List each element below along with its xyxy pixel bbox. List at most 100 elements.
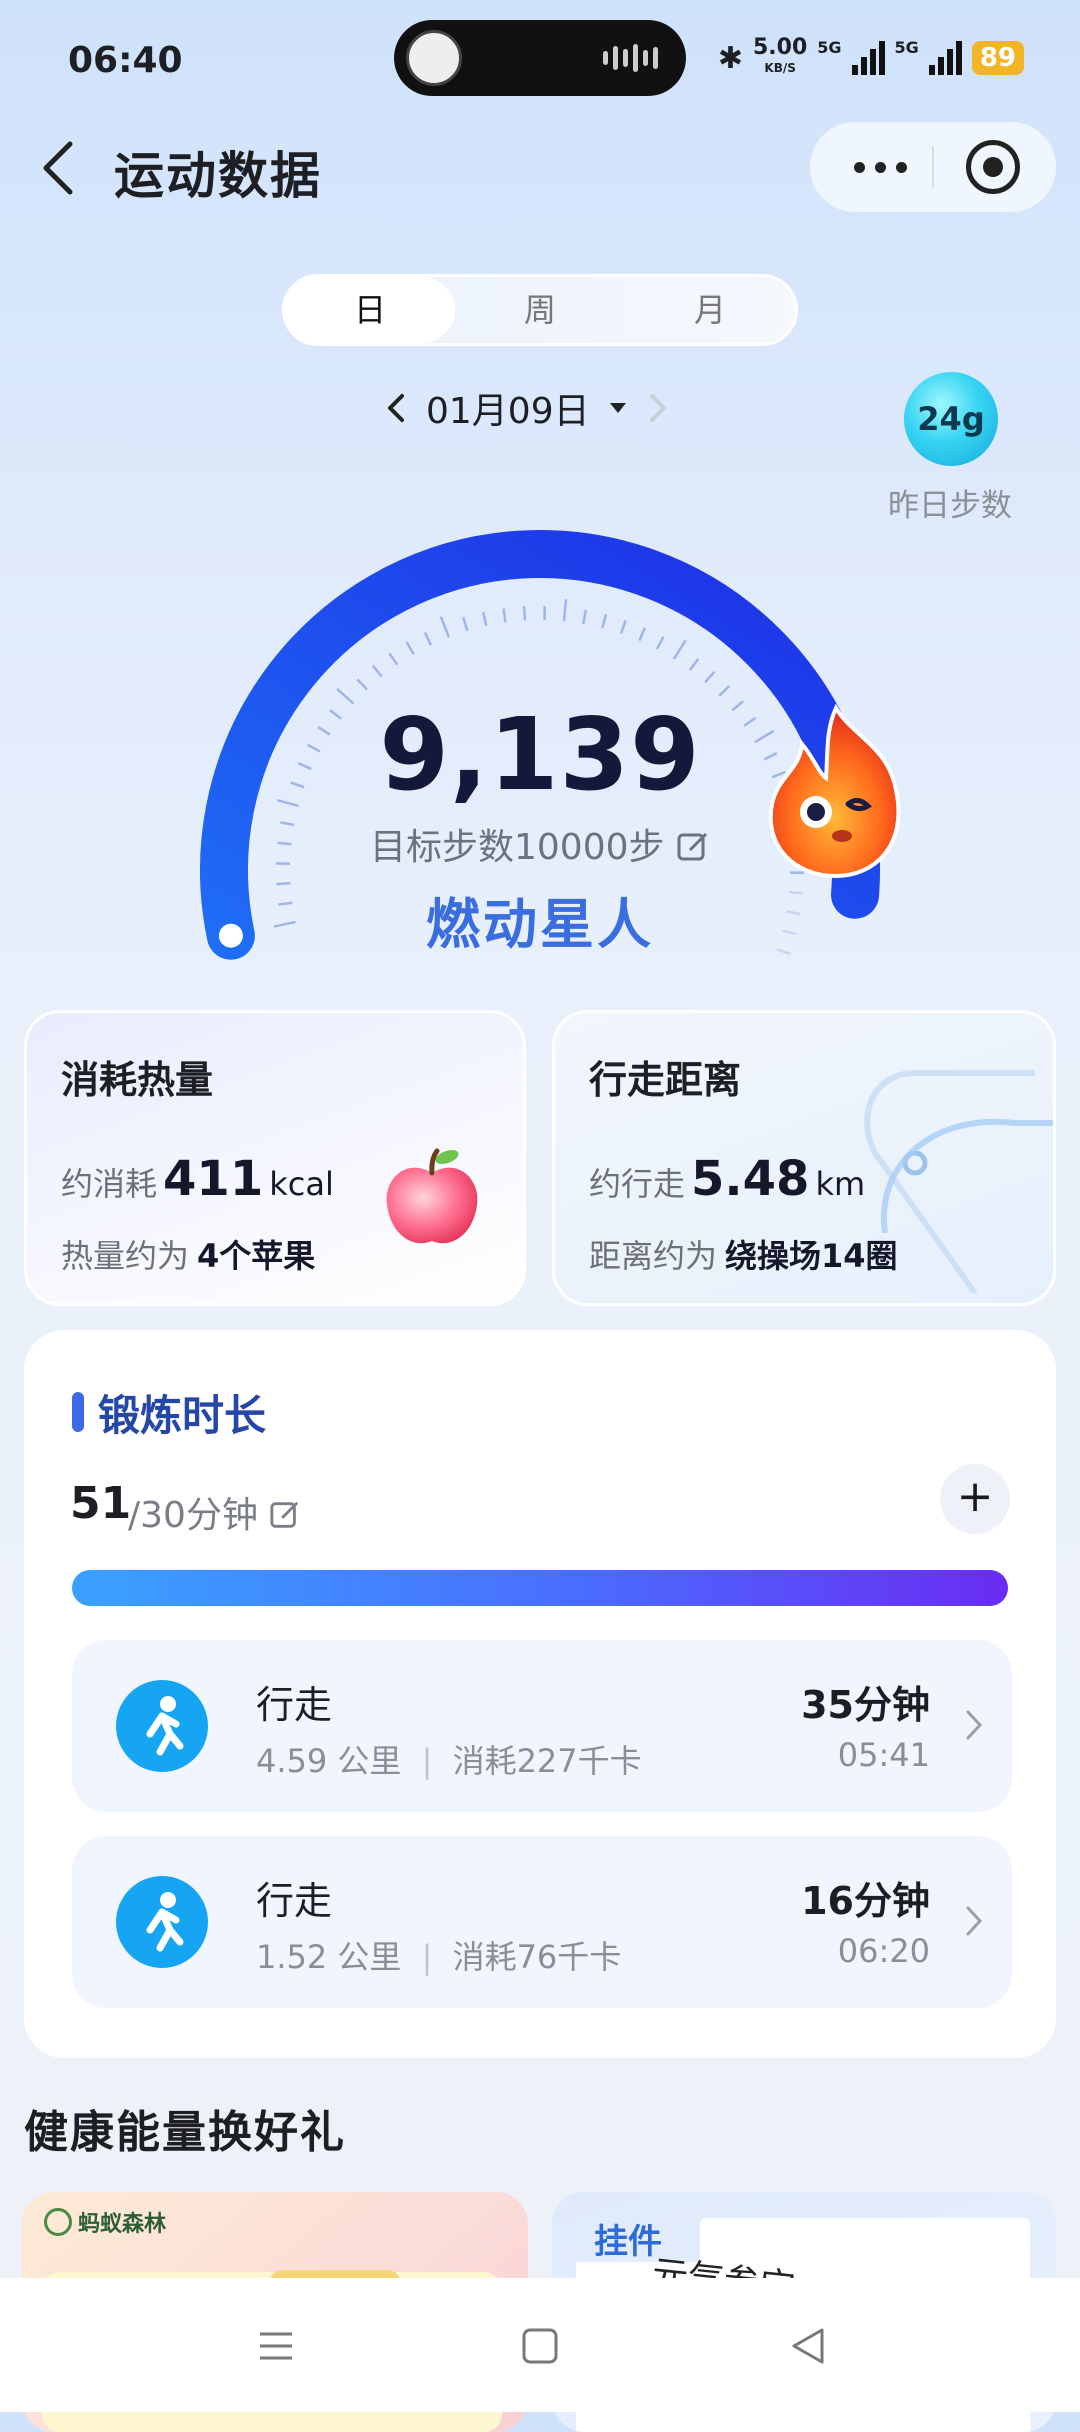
tab-day[interactable]: 日: [285, 277, 455, 343]
page-title: 运动数据: [114, 136, 322, 208]
gauge-tick: [278, 903, 292, 905]
tab-month[interactable]: 月: [625, 277, 795, 343]
gauge-tick: [441, 617, 449, 637]
exercise-card: 锻炼时长 51 /30分钟 + 行走 4.59 公里 | 消耗227千卡 35分…: [24, 1330, 1056, 2058]
gauge-tick: [407, 642, 414, 654]
gauge-tick: [583, 610, 585, 624]
bluetooth-icon: ✱: [718, 41, 743, 76]
rewards-title: 健康能量换好礼: [24, 2096, 346, 2160]
calories-value: 411: [163, 1151, 263, 1207]
activity-item[interactable]: 行走 4.59 公里 | 消耗227千卡 35分钟 05:41: [72, 1640, 1012, 1812]
calories-compare-value: 4个苹果: [197, 1237, 315, 1275]
activity-name: 行走: [256, 1870, 332, 1925]
gauge-tick: [504, 609, 506, 623]
gauge-tick: [783, 931, 797, 934]
home-icon[interactable]: [518, 2324, 562, 2368]
system-nav-bar: [0, 2278, 1080, 2412]
ant-forest-tag: 蚂蚁森林: [44, 2206, 166, 2238]
gauge-tick: [639, 628, 645, 641]
activity-duration: 16分钟: [801, 1870, 930, 1925]
exercise-progress-bar: [72, 1570, 1008, 1606]
gauge-tick: [524, 606, 525, 620]
net-speed: 5.00 KB/S: [753, 38, 807, 78]
exercise-title: 锻炼时长: [98, 1382, 266, 1443]
walking-icon: [116, 1876, 208, 1968]
edit-icon[interactable]: [269, 1499, 301, 1531]
next-date-icon[interactable]: [646, 390, 670, 426]
calories-card[interactable]: 消耗热量 约消耗411kcal 热量约为4个苹果: [24, 1010, 526, 1306]
close-target-icon[interactable]: [966, 140, 1020, 194]
distance-card[interactable]: 行走距离 约行走5.48km 距离约为绕操场14圈: [552, 1010, 1056, 1306]
capsule-divider: [932, 146, 934, 188]
calories-title: 消耗热量: [61, 1049, 213, 1104]
gauge-tick: [777, 949, 790, 953]
exercise-minutes: 51: [70, 1478, 131, 1529]
add-exercise-button[interactable]: +: [940, 1464, 1010, 1534]
back-nav-icon[interactable]: [786, 2324, 830, 2368]
gauge-tick: [657, 637, 664, 649]
calories-unit: kcal: [269, 1165, 334, 1203]
chevron-right-icon: [964, 1904, 984, 1938]
walking-icon: [116, 1680, 208, 1772]
distance-title: 行走距离: [589, 1049, 741, 1104]
gauge-tick: [621, 620, 626, 633]
title-accent-bar: [72, 1392, 84, 1432]
distance-value: 5.48: [691, 1151, 809, 1207]
activity-duration: 35分钟: [801, 1674, 930, 1729]
edit-icon[interactable]: [676, 830, 710, 864]
gauge-tick: [389, 653, 397, 664]
apple-icon: [377, 1143, 487, 1253]
distance-compare-value: 绕操场14圈: [725, 1237, 898, 1275]
chevron-right-icon: [964, 1708, 984, 1742]
signal-icon-2: [929, 41, 962, 75]
dynamic-island[interactable]: [394, 20, 686, 96]
gauge-tick: [463, 617, 467, 630]
steps-goal-text: 目标步数10000步: [370, 827, 665, 868]
distance-unit: km: [815, 1165, 865, 1203]
gauge-tick: [318, 727, 330, 735]
distance-value-row: 约行走5.48km: [589, 1151, 865, 1207]
gauge-tick: [373, 666, 382, 677]
gauge-tick: [705, 672, 714, 683]
gauge-tick: [299, 763, 312, 769]
gauge-tick: [277, 843, 291, 844]
charm-label: 挂件: [594, 2214, 662, 2263]
gauge-tick: [787, 912, 801, 914]
yesterday-steps-badge[interactable]: 24g: [904, 372, 998, 466]
distance-compare-row: 距离约为绕操场14圈: [589, 1231, 898, 1277]
flame-mascot-icon: [756, 700, 916, 880]
yesterday-steps-label[interactable]: 昨日步数: [888, 480, 1012, 525]
status-bar: 06:40 ✱ 5.00 KB/S 5G 5G 89: [0, 0, 1080, 120]
back-button[interactable]: [30, 132, 90, 204]
date-label[interactable]: 01月09日: [426, 382, 590, 434]
signal-icon: [852, 41, 885, 75]
battery-indicator: 89: [972, 41, 1024, 75]
gauge-tick: [357, 679, 367, 689]
chevron-left-icon: [30, 132, 90, 204]
status-time: 06:40: [68, 40, 183, 81]
gauge-tick: [674, 640, 686, 659]
sim1-label: 5G: [817, 38, 841, 57]
date-selector: 01月09日: [384, 380, 704, 436]
more-button[interactable]: [854, 162, 907, 173]
activity-name: 行走: [256, 1674, 332, 1729]
steps-goal[interactable]: 目标步数10000步: [340, 818, 740, 870]
caret-down-icon[interactable]: [608, 401, 628, 415]
gauge-tick: [719, 686, 729, 696]
prev-date-icon[interactable]: [384, 390, 408, 426]
gauge-tick: [789, 892, 803, 893]
activity-item[interactable]: 行走 1.52 公里 | 消耗76千卡 16分钟 06:20: [72, 1836, 1012, 2008]
gauge-tick: [276, 883, 290, 884]
gauge-tick: [277, 800, 298, 806]
mini-program-capsule: [810, 122, 1056, 212]
menu-icon[interactable]: [254, 2324, 298, 2368]
gauge-tick: [483, 612, 486, 626]
gauge-tick: [280, 822, 294, 825]
status-icons: ✱ 5.00 KB/S 5G 5G 89: [718, 38, 1024, 78]
media-thumbnail: [406, 30, 462, 86]
exercise-goal[interactable]: /30分钟: [128, 1486, 301, 1538]
gauge-tick: [425, 632, 431, 645]
gauge-tick: [602, 614, 605, 628]
activity-time: 05:41: [838, 1736, 930, 1774]
tab-week[interactable]: 周: [455, 277, 625, 343]
